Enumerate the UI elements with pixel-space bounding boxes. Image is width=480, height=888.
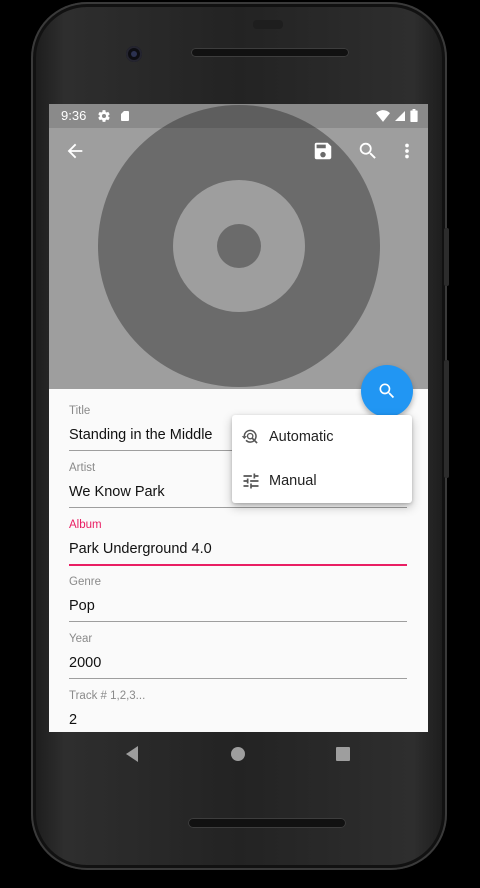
album-field[interactable]: Album Park Underground 4.0 — [69, 519, 407, 566]
more-vert-icon — [405, 143, 409, 159]
settings-gear-icon — [98, 110, 110, 122]
search-icon — [379, 383, 395, 399]
system-navigation-bar — [49, 732, 428, 776]
genre-label: Genre — [69, 576, 101, 588]
genre-input[interactable]: Pop — [69, 598, 407, 618]
front-camera — [126, 46, 142, 62]
track-label: Track # 1,2,3... — [69, 690, 146, 702]
album-input[interactable]: Park Underground 4.0 — [69, 541, 407, 561]
save-button[interactable] — [311, 139, 335, 163]
year-field[interactable]: Year 2000 — [69, 633, 407, 679]
menu-item-manual[interactable]: Manual — [232, 459, 412, 503]
search-fab[interactable] — [361, 365, 413, 417]
track-input[interactable]: 2 — [69, 712, 407, 732]
album-underline — [69, 564, 407, 566]
earpiece-slot — [253, 20, 283, 29]
nav-home-icon[interactable] — [228, 744, 248, 764]
more-options-button[interactable] — [395, 139, 419, 163]
cell-signal-icon — [395, 110, 405, 121]
tune-icon — [243, 473, 259, 489]
search-options-menu: Automatic Manual — [232, 415, 412, 503]
album-label: Album — [69, 519, 102, 531]
year-label: Year — [69, 633, 93, 645]
battery-icon — [410, 109, 418, 122]
status-time: 9:36 — [61, 108, 87, 123]
bottom-speaker — [188, 818, 346, 828]
volume-button — [444, 228, 449, 286]
menu-item-manual-label: Manual — [269, 473, 317, 489]
arrow-back-icon — [67, 143, 83, 159]
menu-item-automatic[interactable]: Automatic — [232, 415, 412, 459]
nav-back-icon[interactable] — [123, 744, 143, 764]
menu-item-automatic-label: Automatic — [269, 429, 334, 445]
year-input[interactable]: 2000 — [69, 655, 407, 675]
search-button[interactable] — [356, 139, 380, 163]
wifi-icon — [376, 109, 390, 122]
save-icon — [314, 142, 332, 160]
back-button[interactable] — [63, 139, 87, 163]
power-button — [444, 360, 449, 478]
year-underline — [69, 678, 407, 679]
status-bar: 9:36 — [49, 104, 428, 128]
top-speaker — [191, 48, 349, 57]
genre-underline — [69, 621, 407, 622]
sd-card-icon — [121, 111, 129, 121]
history-search-icon — [241, 429, 258, 444]
artist-underline — [69, 507, 407, 508]
genre-field[interactable]: Genre Pop — [69, 576, 407, 622]
app-screen: 9:36 Title Standing in the Middle Artist… — [49, 104, 428, 732]
nav-recents-icon[interactable] — [333, 744, 353, 764]
track-field[interactable]: Track # 1,2,3... 2 — [69, 690, 407, 732]
search-icon — [359, 142, 376, 159]
